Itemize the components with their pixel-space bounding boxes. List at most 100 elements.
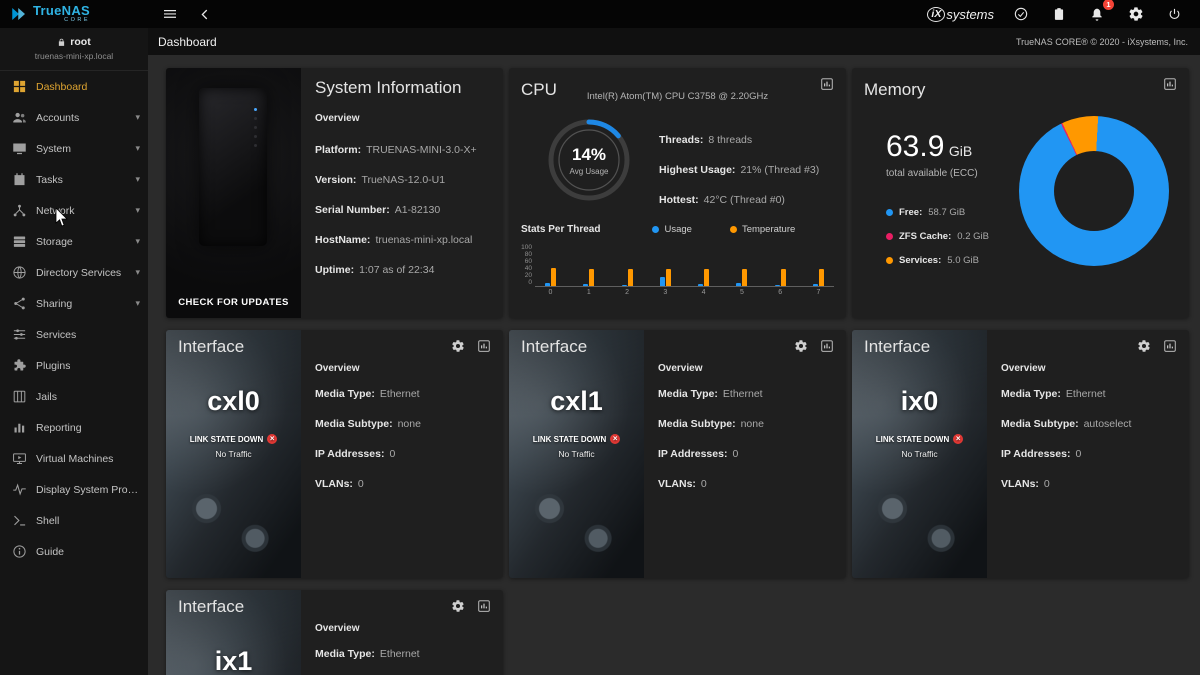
power-icon	[1167, 7, 1182, 22]
sidebar-item-storage[interactable]: Storage▾	[0, 226, 148, 257]
memory-legend: Free:58.7 GiBZFS Cache:0.2 GiBServices:5…	[886, 207, 989, 266]
field-row: Media Type:Ethernet	[658, 388, 832, 400]
chevron-down-icon: ▾	[135, 205, 140, 216]
check-for-updates-button[interactable]: CHECK FOR UPDATES	[166, 297, 301, 308]
thread-bar-group: 3	[660, 244, 671, 296]
cpu-model: Intel(R) Atom(TM) CPU C3758 @ 2.20GHz	[509, 91, 846, 102]
sidebar-item-display-system-processes[interactable]: Display System Processes	[0, 474, 148, 505]
overview-label: Overview	[315, 113, 489, 124]
gear-icon	[451, 599, 465, 613]
sidebar-item-system[interactable]: System▾	[0, 133, 148, 164]
sidebar-item-sharing[interactable]: Sharing▾	[0, 288, 148, 319]
sidebar-item-shell[interactable]: Shell	[0, 505, 148, 536]
card-title: Interface	[864, 337, 930, 357]
chart-icon	[1163, 77, 1177, 91]
sidebar: root truenas-mini-xp.local DashboardAcco…	[0, 28, 148, 675]
sidebar-item-reporting[interactable]: Reporting	[0, 412, 148, 443]
bell-icon	[1089, 6, 1105, 22]
interface-chart-icon[interactable]	[1163, 339, 1177, 353]
legend-item[interactable]: Usage	[652, 224, 691, 235]
collapse-sidebar-button[interactable]	[194, 4, 217, 24]
memory-legend-row: ZFS Cache:0.2 GiB	[886, 231, 989, 242]
interface-chart-icon[interactable]	[477, 339, 491, 353]
copyright-text: TrueNAS CORE® © 2020 - iXsystems, Inc.	[1016, 37, 1188, 47]
temperature-bar	[819, 269, 824, 286]
changelog-button[interactable]	[1048, 5, 1070, 23]
interface-settings-icon[interactable]	[451, 339, 465, 353]
ixsystems-logo[interactable]: iXsystems	[927, 7, 994, 22]
server-tower-image	[199, 88, 267, 246]
field-row: VLANs:0	[315, 478, 489, 490]
power-button[interactable]	[1163, 5, 1186, 24]
card-title: System Information	[315, 78, 489, 98]
interface-settings-icon[interactable]	[1137, 339, 1151, 353]
guide-icon	[12, 544, 27, 559]
field-row: Media Subtype:none	[315, 418, 489, 430]
memory-total-label: total available (ECC)	[886, 168, 989, 179]
subheader: Dashboard TrueNAS CORE® © 2020 - iXsyste…	[148, 28, 1200, 55]
cpu-report-icon[interactable]	[820, 77, 834, 91]
menu-toggle-button[interactable]	[158, 4, 182, 24]
y-tick: 40	[525, 265, 532, 272]
chevron-down-icon: ▾	[135, 112, 140, 123]
interface-settings-icon[interactable]	[794, 339, 808, 353]
thread-bar-group: 4	[698, 244, 709, 296]
memory-donut-chart	[1019, 116, 1169, 266]
sidebar-item-network[interactable]: Network▾	[0, 195, 148, 226]
interface-name: cxl1	[509, 386, 644, 417]
gear-icon	[1137, 339, 1151, 353]
interface-chart-icon[interactable]	[820, 339, 834, 353]
temperature-bar	[551, 268, 556, 286]
legend-item[interactable]: Temperature	[730, 224, 795, 235]
chevron-down-icon: ▾	[135, 236, 140, 247]
sidebar-item-dashboard[interactable]: Dashboard	[0, 71, 148, 102]
truecommand-button[interactable]	[1009, 4, 1033, 24]
sidebar-item-directory-services[interactable]: Directory Services▾	[0, 257, 148, 288]
topbar: TrueNAS CORE iXsystems 1	[0, 0, 1200, 28]
user-block: root truenas-mini-xp.local	[0, 28, 148, 71]
temperature-bar	[666, 269, 671, 286]
chevron-down-icon: ▾	[135, 298, 140, 309]
field-row: VLANs:0	[658, 478, 832, 490]
sidebar-item-accounts[interactable]: Accounts▾	[0, 102, 148, 133]
field-row: Platform:TRUENAS-MINI-3.0-X+	[315, 144, 489, 156]
overview-label: Overview	[315, 363, 489, 374]
sidebar-item-tasks[interactable]: Tasks▾	[0, 164, 148, 195]
sidebar-item-virtual-machines[interactable]: Virtual Machines	[0, 443, 148, 474]
cpu-card: CPU Intel(R) Atom(TM) CPU C3758 @ 2.20GH…	[509, 68, 846, 318]
card-title: Interface	[178, 337, 244, 357]
sidebar-nav: DashboardAccounts▾System▾Tasks▾Network▾S…	[0, 71, 148, 567]
field-row: Version:TrueNAS-12.0-U1	[315, 174, 489, 186]
settings-button[interactable]	[1124, 4, 1148, 24]
hamburger-icon	[162, 6, 178, 22]
interface-card-ix1: Interfaceix1OverviewMedia Type:Ethernet	[166, 590, 503, 675]
chart-icon	[820, 77, 834, 91]
virtual-machines-icon	[12, 451, 27, 466]
temperature-bar	[628, 269, 633, 286]
sidebar-item-plugins[interactable]: Plugins	[0, 350, 148, 381]
truenas-logo[interactable]: TrueNAS CORE	[0, 4, 148, 24]
overview-label: Overview	[658, 363, 832, 374]
sidebar-item-jails[interactable]: Jails	[0, 381, 148, 412]
brand-name: TrueNAS	[33, 4, 90, 17]
usage-bar	[660, 277, 665, 286]
thread-bar-group: 1	[583, 244, 594, 296]
stats-per-thread-label: Stats Per Thread	[521, 224, 600, 235]
notifications-button[interactable]: 1	[1085, 4, 1109, 24]
interface-card-cxl0: Interfacecxl0LINK STATE DOWN×No TrafficO…	[166, 330, 503, 578]
field-row: Media Type:Ethernet	[1001, 388, 1175, 400]
interface-chart-icon[interactable]	[477, 599, 491, 613]
chevron-left-icon	[198, 7, 213, 22]
sidebar-item-guide[interactable]: Guide	[0, 536, 148, 567]
shell-icon	[12, 513, 27, 528]
field-row: Media Subtype:none	[658, 418, 832, 430]
field-row: Hottest:42°C (Thread #0)	[659, 194, 834, 206]
field-row: Media Type:Ethernet	[315, 388, 489, 400]
memory-report-icon[interactable]	[1163, 77, 1177, 91]
sidebar-item-services[interactable]: Services	[0, 319, 148, 350]
chevron-down-icon: ▾	[135, 174, 140, 185]
interface-settings-icon[interactable]	[451, 599, 465, 613]
field-row: Media Type:Ethernet	[315, 648, 489, 660]
chevron-down-icon: ▾	[135, 143, 140, 154]
cpu-avg-usage: 14%	[572, 145, 606, 165]
